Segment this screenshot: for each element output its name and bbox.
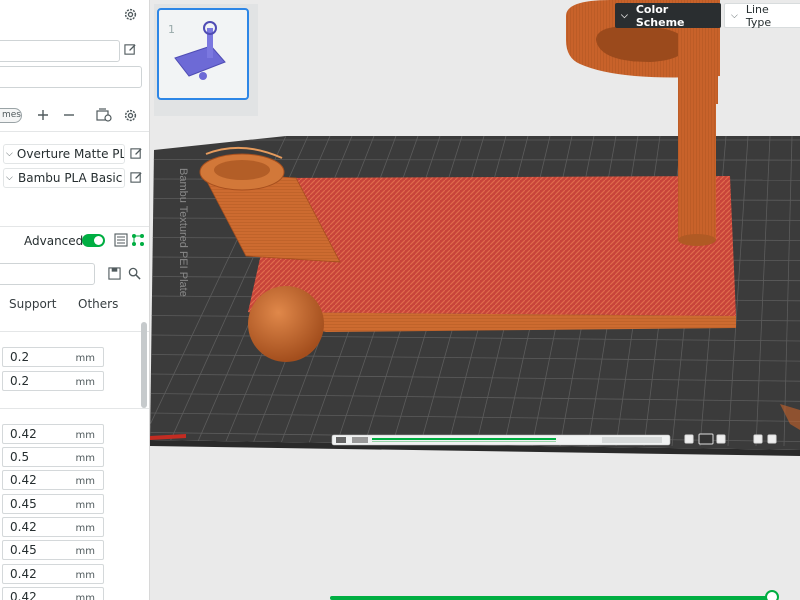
setting-value-field[interactable]: 0.45 mm	[2, 540, 104, 560]
tab-support[interactable]: Support	[9, 297, 56, 311]
filament-settings-gear-icon[interactable]	[123, 108, 138, 123]
filament-slot-2[interactable]: ⌵ Bambu PLA Basic	[3, 168, 125, 188]
chevron-down-icon: ⌵	[731, 10, 738, 21]
plate-status-strip	[331, 434, 671, 446]
layer-slider-handle[interactable]	[765, 590, 779, 600]
plate-thumbnail-1[interactable]	[157, 8, 249, 100]
model-column	[678, 100, 716, 246]
filament-slot-1[interactable]: ⌵ Overture Matte PLA	[3, 144, 125, 164]
layer-slider-track[interactable]	[330, 596, 770, 600]
plate-settings-icon[interactable]	[96, 108, 112, 122]
setting-value-field[interactable]: 0.42 mm	[2, 587, 104, 600]
model-sphere	[248, 286, 324, 362]
filament-name: Overture Matte PLA	[16, 147, 124, 161]
setting-value-field[interactable]: 0.2 mm	[2, 371, 104, 391]
setting-value-field[interactable]: 0.2 mm	[2, 347, 104, 367]
plus-icon[interactable]	[36, 108, 50, 122]
bed-label: Bambu Textured PEI Plate	[177, 168, 189, 297]
plate-type-field[interactable]	[0, 66, 142, 88]
color-scheme-dropdown[interactable]: ⌵ Color Scheme	[615, 2, 721, 29]
left-sidebar: mes ⌵ Overture Matte PLA ⌵ Bambu PLA Bas…	[0, 0, 150, 600]
chevron-down-icon: ⌵	[6, 173, 13, 183]
save-icon[interactable]	[108, 267, 121, 280]
setting-value-field[interactable]: 0.42 mm	[2, 470, 104, 490]
edit-icon[interactable]	[130, 171, 143, 184]
advanced-toggle[interactable]	[82, 234, 105, 247]
minus-icon[interactable]	[62, 108, 76, 122]
setting-value-field[interactable]: 0.42 mm	[2, 517, 104, 537]
setting-value-field[interactable]: 0.42 mm	[2, 424, 104, 444]
advanced-label: Advanced	[24, 234, 84, 248]
edit-icon[interactable]	[124, 43, 137, 56]
filament-name: Bambu PLA Basic	[18, 171, 123, 185]
setting-value-field[interactable]: 0.5 mm	[2, 447, 104, 467]
tab-others[interactable]: Others	[78, 297, 118, 311]
chevron-down-icon: ⌵	[621, 10, 628, 21]
printer-preset-field[interactable]	[0, 40, 120, 62]
line-type-label: Line Type	[745, 2, 772, 29]
3d-viewport[interactable]: Bambu Textured PEI Plate 1 ⌵ Color Schem…	[150, 0, 800, 600]
edit-icon[interactable]	[130, 147, 143, 160]
gear-icon[interactable]	[123, 7, 138, 22]
tree-icon[interactable]	[131, 233, 145, 247]
line-type-dropdown[interactable]: ⌵ Line Type	[724, 2, 800, 29]
settings-scrollbar[interactable]	[141, 322, 147, 408]
chevron-down-icon: ⌵	[6, 149, 13, 159]
setting-value-field[interactable]: 0.45 mm	[2, 494, 104, 514]
plate-thumbnail-panel: 1	[154, 4, 258, 116]
setting-value-field[interactable]: 0.42 mm	[2, 564, 104, 584]
list-icon[interactable]	[114, 233, 128, 247]
presets-pill[interactable]: mes	[0, 108, 22, 123]
search-settings-input[interactable]	[0, 263, 95, 285]
search-icon[interactable]	[128, 267, 141, 280]
color-scheme-label: Color Scheme	[635, 2, 685, 29]
plate-number: 1	[168, 23, 175, 36]
